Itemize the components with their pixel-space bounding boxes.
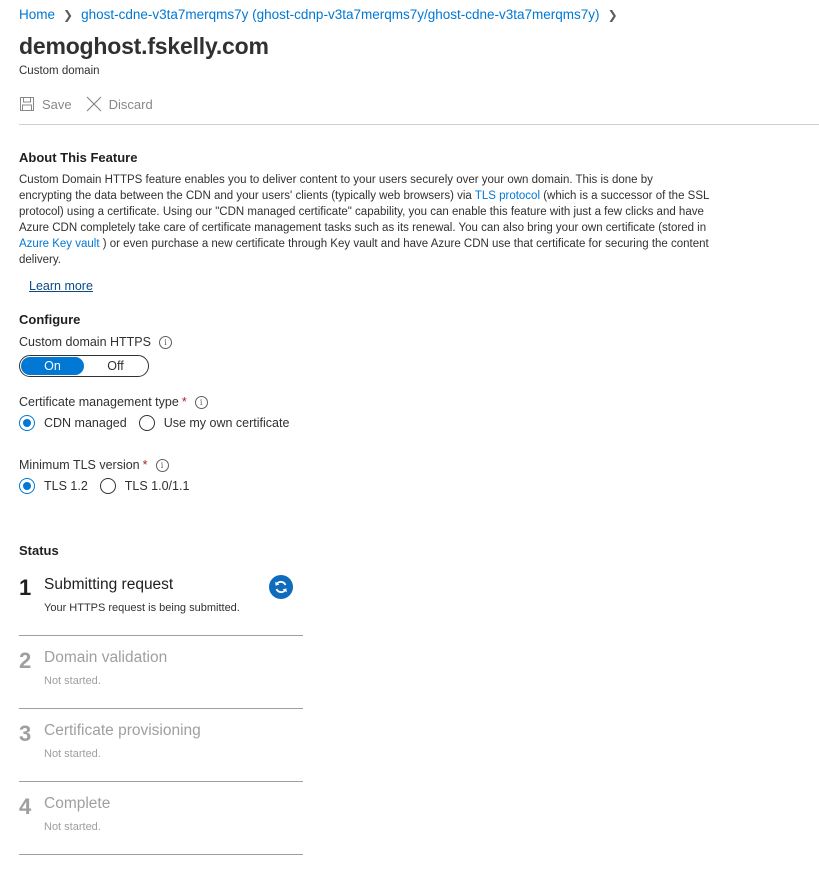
save-label: Save: [42, 96, 72, 112]
azure-key-vault-link[interactable]: Azure Key vault: [19, 238, 100, 250]
breadcrumb-home-link[interactable]: Home: [19, 7, 55, 22]
status-step-complete: 4 Complete Not started.: [19, 792, 303, 856]
step-number: 3: [19, 721, 32, 746]
step-number: 2: [19, 648, 32, 673]
radio-tls-1-0-1-1[interactable]: TLS 1.0/1.1: [99, 478, 190, 494]
step-title: Certificate provisioning: [44, 722, 201, 739]
minimum-tls-version-label: Minimum TLS version * i: [19, 458, 169, 472]
learn-more-link[interactable]: Learn more: [29, 279, 93, 293]
required-marker: *: [142, 458, 148, 472]
certificate-management-type-label: Certificate management type * i: [19, 395, 208, 409]
step-description: Not started.: [44, 675, 101, 687]
status-step-certificate-provisioning: 3 Certificate provisioning Not started.: [19, 719, 303, 783]
breadcrumb-endpoint-link[interactable]: ghost-cdne-v3ta7merqms7y (ghost-cdnp-v3t…: [81, 7, 599, 22]
step-description: Not started.: [44, 748, 101, 760]
about-heading: About This Feature: [19, 150, 138, 165]
save-button[interactable]: Save: [19, 96, 72, 112]
step-divider: [19, 708, 303, 709]
status-heading: Status: [19, 543, 59, 558]
info-icon[interactable]: i: [194, 395, 208, 409]
save-icon: [20, 97, 34, 111]
radio-button[interactable]: [99, 478, 116, 494]
tls-version-radio-group: TLS 1.2 TLS 1.0/1.1: [19, 478, 201, 494]
certificate-management-type-text: Certificate management type: [19, 395, 179, 409]
close-icon: [86, 96, 102, 112]
step-divider: [19, 781, 303, 782]
step-number: 4: [19, 794, 32, 819]
custom-domain-https-label: Custom domain HTTPS i: [19, 335, 172, 349]
step-title: Domain validation: [44, 649, 168, 666]
step-divider: [19, 635, 303, 636]
chevron-right-icon: ❯: [607, 7, 618, 22]
step-divider: [19, 854, 303, 855]
custom-domain-https-toggle[interactable]: On Off: [19, 355, 149, 377]
in-progress-refresh-icon: [269, 575, 293, 599]
radio-tls-1-2[interactable]: TLS 1.2: [19, 478, 88, 494]
about-text-part-3: ) or even purchase a new certificate thr…: [19, 238, 709, 266]
radio-button-selected[interactable]: [19, 415, 35, 431]
step-description: Not started.: [44, 821, 101, 833]
tls-protocol-link[interactable]: TLS protocol: [475, 190, 540, 202]
configure-heading: Configure: [19, 312, 81, 327]
toggle-off-option[interactable]: Off: [84, 357, 147, 375]
status-step-domain-validation: 2 Domain validation Not started.: [19, 646, 303, 710]
step-title: Complete: [44, 795, 111, 812]
discard-button[interactable]: Discard: [86, 96, 153, 112]
radio-button[interactable]: [138, 415, 155, 431]
chevron-right-icon: ❯: [63, 7, 74, 22]
toggle-on-option[interactable]: On: [21, 357, 84, 375]
radio-cdn-managed-label: CDN managed: [44, 416, 127, 430]
toolbar-divider: [19, 124, 819, 125]
radio-own-certificate[interactable]: Use my own certificate: [138, 415, 290, 431]
minimum-tls-version-text: Minimum TLS version: [19, 458, 140, 472]
radio-tls-1-2-label: TLS 1.2: [44, 479, 88, 493]
step-number: 1: [19, 575, 32, 600]
breadcrumb: Home ❯ ghost-cdne-v3ta7merqms7y (ghost-c…: [19, 7, 626, 22]
about-description: Custom Domain HTTPS feature enables you …: [19, 172, 709, 268]
radio-own-certificate-label: Use my own certificate: [163, 416, 290, 430]
discard-label: Discard: [108, 96, 153, 112]
required-marker: *: [181, 395, 187, 409]
info-icon[interactable]: i: [155, 458, 169, 472]
certificate-type-radio-group: CDN managed Use my own certificate: [19, 415, 301, 431]
radio-tls-1-0-1-1-label: TLS 1.0/1.1: [124, 479, 190, 493]
command-bar: Save Discard: [19, 96, 167, 112]
custom-domain-https-text: Custom domain HTTPS: [19, 335, 151, 349]
step-title: Submitting request: [44, 576, 174, 593]
radio-button-selected[interactable]: [19, 478, 35, 494]
page-subtitle: Custom domain: [19, 65, 100, 77]
radio-cdn-managed[interactable]: CDN managed: [19, 415, 127, 431]
page-title: demoghost.fskelly.com: [19, 33, 269, 59]
status-step-submitting-request: 1 Submitting request Your HTTPS request …: [19, 573, 303, 637]
step-description: Your HTTPS request is being submitted.: [44, 602, 240, 614]
info-icon[interactable]: i: [158, 335, 172, 349]
